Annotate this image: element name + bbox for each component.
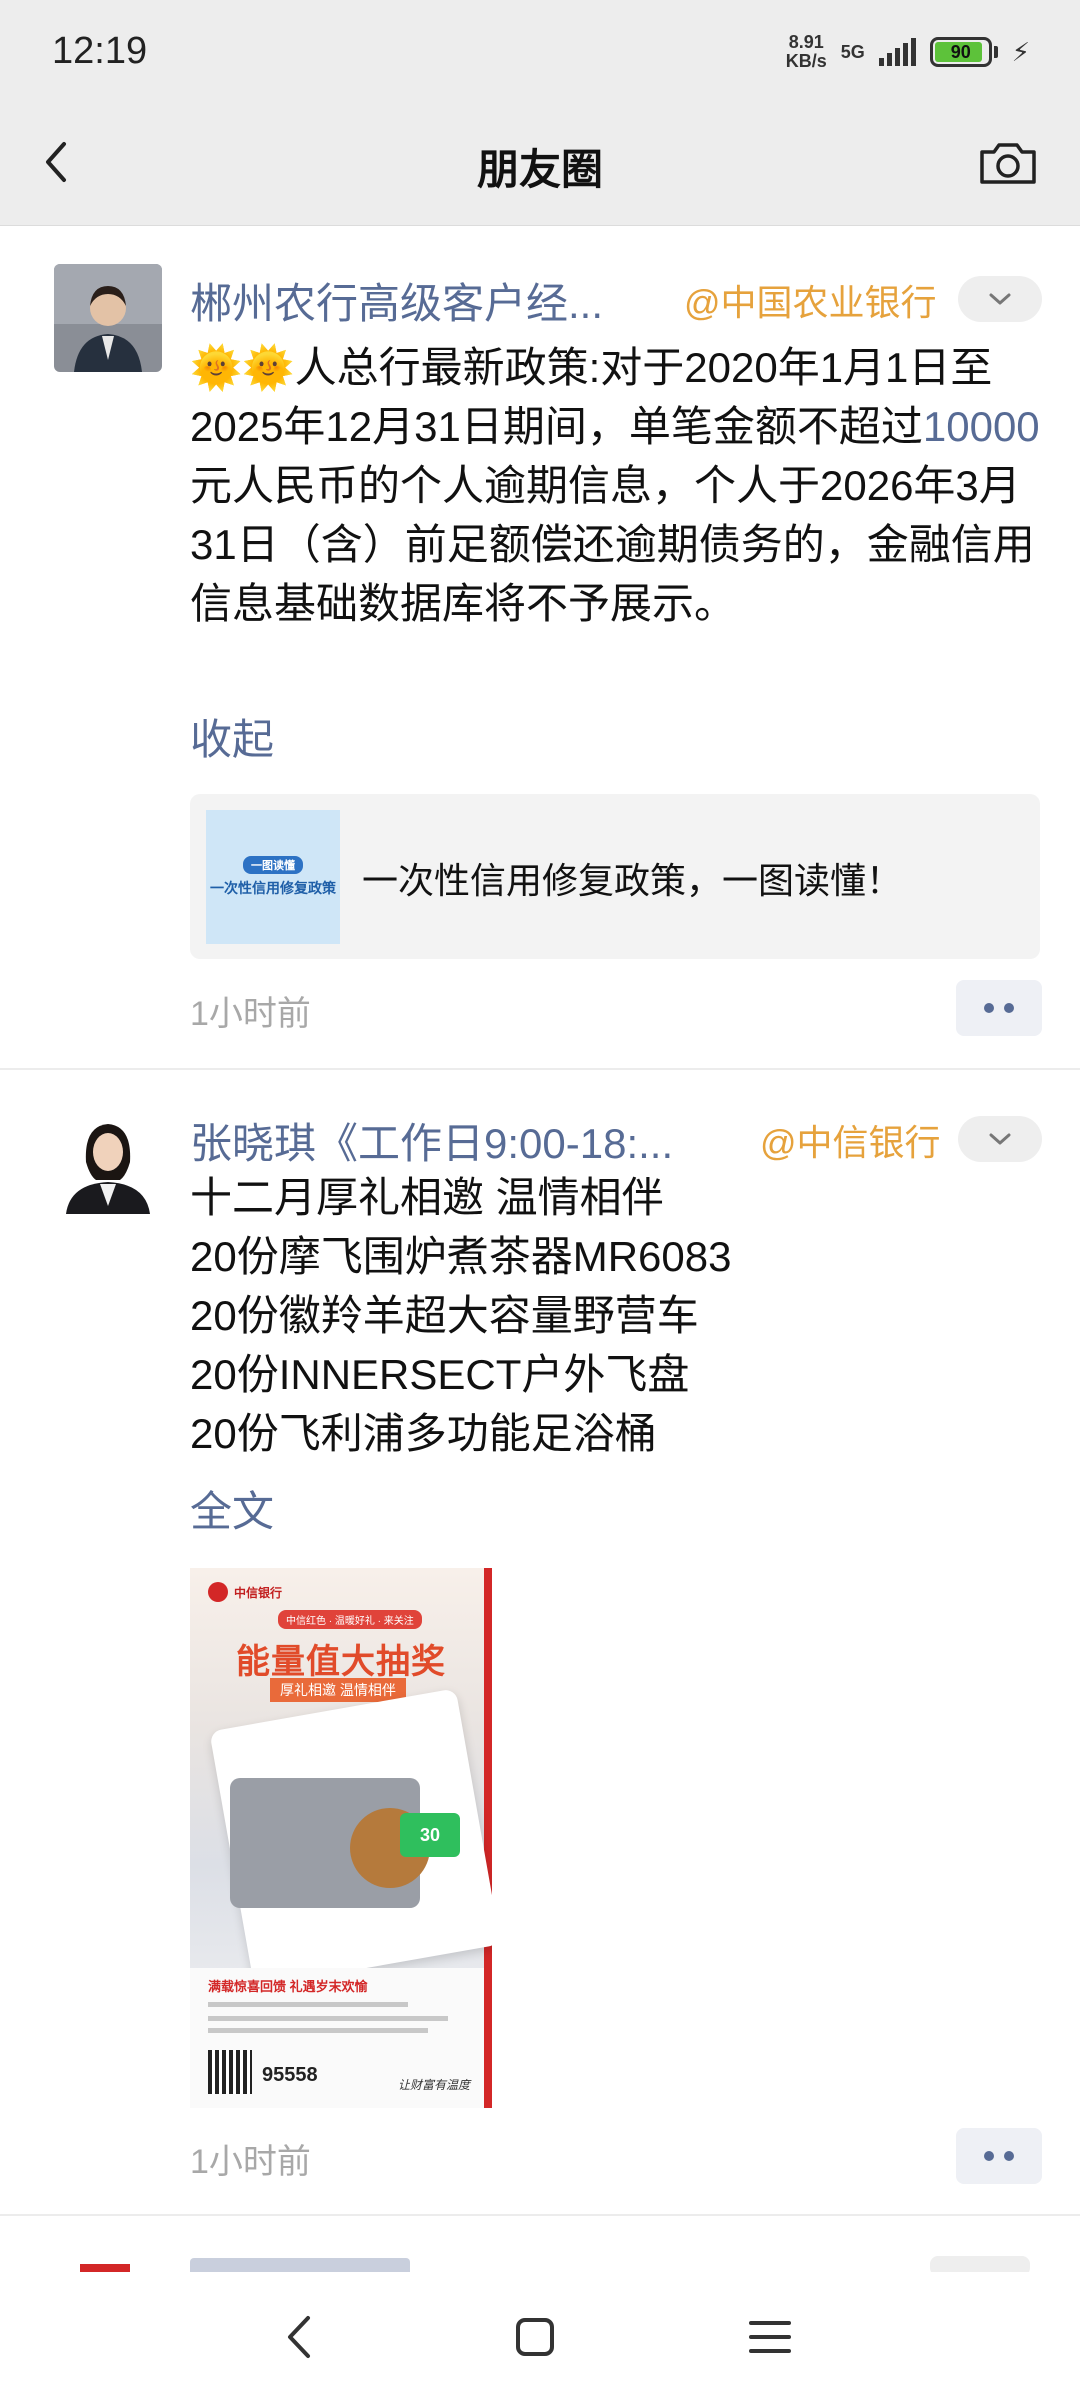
chevron-down-icon <box>989 293 1011 305</box>
post-header: 张晓琪《工作日9:00-18:... @中信银行 <box>190 1110 1042 1170</box>
moment-post-3-partial <box>0 2216 1080 2272</box>
thumbnail-text: 一次性信用修复政策 <box>210 880 336 896</box>
chevron-down-icon <box>989 1133 1011 1145</box>
nickname[interactable]: 张晓琪《工作日9:00-18:... <box>190 1110 750 1171</box>
status-time: 12:19 <box>52 30 148 72</box>
bank-name: 中信银行 <box>234 1585 283 1600</box>
home-icon <box>516 2318 554 2356</box>
battery-level: 90 <box>950 42 971 62</box>
full-text-link[interactable]: 全文 <box>190 1478 274 1539</box>
status-bar: 12:19 8.91 KB/s 5G 90 ⚡ <box>0 0 1080 100</box>
post-menu-button[interactable] <box>930 2256 1030 2272</box>
link-card[interactable]: 一图读懂 一次性信用修复政策 一次性信用修复政策，一图读懂！ <box>190 794 1040 959</box>
avatar[interactable] <box>54 264 162 372</box>
nav-bar: 朋友圈 <box>0 100 1080 226</box>
moment-post-1: 郴州农行高级客户经... @中国农业银行 🌞🌞人总行最新政策:对于2020年1月… <box>0 226 1080 1070</box>
dot-icon <box>984 1003 994 1013</box>
post-content: 🌞🌞人总行最新政策:对于2020年1月1日至2025年12月31日期间，单笔金额… <box>190 338 1040 633</box>
link-title: 一次性信用修复政策，一图读懂！ <box>362 860 903 901</box>
dot-icon <box>1004 2151 1014 2161</box>
page-title: 朋友圈 <box>476 146 603 193</box>
post-menu-button[interactable] <box>958 1116 1042 1162</box>
like-comment-button[interactable] <box>956 2128 1042 2184</box>
network-type: 5G <box>840 41 865 62</box>
post-text-part: 元人民币的个人逾期信息，个人于2026年3月31日（含）前足额偿还逾期债务的，金… <box>190 462 1035 627</box>
org-tag[interactable]: @中信银行 <box>760 1114 941 1166</box>
poster-tag: 中信红色 · 温暖好礼 · 来关注 <box>278 1610 422 1629</box>
post-image[interactable]: 中信银行 中信红色 · 温暖好礼 · 来关注 能量值大抽奖 厚礼相邀 温情相伴 … <box>190 1568 492 2108</box>
like-comment-button[interactable] <box>956 980 1042 1036</box>
poster-subtitle: 厚礼相邀 温情相伴 <box>270 1678 406 1702</box>
qr-code <box>208 2050 252 2094</box>
collapse-link[interactable]: 收起 <box>190 706 274 767</box>
status-indicators: 8.91 KB/s 5G 90 ⚡ <box>786 30 1030 74</box>
poster-footer: 满载惊喜回馈 礼遇岁末欢愉 95558 让财富有温度 <box>190 1968 484 2108</box>
poster-headline: 满载惊喜回馈 礼遇岁末欢愉 <box>208 1979 368 1994</box>
dot-icon <box>1004 1003 1014 1013</box>
avatar[interactable] <box>54 1106 162 1214</box>
post-header: 郴州农行高级客户经... @中国农业银行 <box>190 270 1042 330</box>
charging-icon: ⚡ <box>1011 36 1030 67</box>
back-icon <box>288 2316 310 2358</box>
poster-slogan: 让财富有温度 <box>397 2078 470 2092</box>
thumbnail-tag: 一图读懂 <box>243 856 303 874</box>
poster-gift-card: 30 <box>400 1813 460 1857</box>
battery-icon: 90 <box>929 37 992 67</box>
camera-button[interactable] <box>976 132 1040 192</box>
avatar[interactable] <box>80 2264 130 2272</box>
link-thumbnail: 一图读懂 一次性信用修复政策 <box>206 810 340 944</box>
post-text-part: 人总行最新政策:对于2020年1月1日至2025年12月31日期间，单笔金额不超… <box>190 344 993 450</box>
post-time: 1小时前 <box>190 995 311 1033</box>
camera-icon <box>980 143 1036 184</box>
post-line: 20份INNERSECT户外飞盘 <box>190 1351 690 1398</box>
post-time: 1小时前 <box>190 2143 311 2181</box>
signal-icon <box>878 38 916 66</box>
poster-title: 能量值大抽奖 <box>236 1643 446 1681</box>
org-tag[interactable]: @中国农业银行 <box>684 274 937 326</box>
system-back-button[interactable] <box>265 2302 335 2372</box>
menu-icon <box>749 2321 791 2353</box>
bank-logo: 中信银行 <box>208 1582 282 1602</box>
network-speed: 8.91 KB/s <box>786 33 827 71</box>
sun-emoji: 🌞🌞 <box>190 344 295 391</box>
battery-cap <box>993 46 998 58</box>
amount-link[interactable]: 10000 <box>923 403 1040 450</box>
network-speed-unit: KB/s <box>785 51 827 71</box>
nickname[interactable]: 郴州农行高级客户经... <box>190 270 660 331</box>
post-line: 十二月厚礼相邀 温情相伴 <box>190 1174 664 1221</box>
post-line: 20份摩飞围炉煮茶器MR6083 <box>190 1233 732 1280</box>
moment-post-2: 张晓琪《工作日9:00-18:... @中信银行 十二月厚礼相邀 温情相伴 20… <box>0 1070 1080 2216</box>
nickname[interactable] <box>190 2258 410 2272</box>
post-line: 20份徽羚羊超大容量野营车 <box>190 1292 699 1339</box>
system-nav-bar <box>0 2272 1080 2400</box>
post-content: 十二月厚礼相邀 温情相伴 20份摩飞围炉煮茶器MR6083 20份徽羚羊超大容量… <box>190 1168 1040 1463</box>
dot-icon <box>984 2151 994 2161</box>
network-speed-value: 8.91 <box>788 32 824 52</box>
post-menu-button[interactable] <box>958 276 1042 322</box>
bank-logo-mark <box>208 1582 228 1602</box>
post-line: 20份飞利浦多功能足浴桶 <box>190 1410 657 1457</box>
system-menu-button[interactable] <box>735 2302 805 2372</box>
system-home-button[interactable] <box>500 2302 570 2372</box>
poster-phone: 95558 <box>262 2064 318 2086</box>
